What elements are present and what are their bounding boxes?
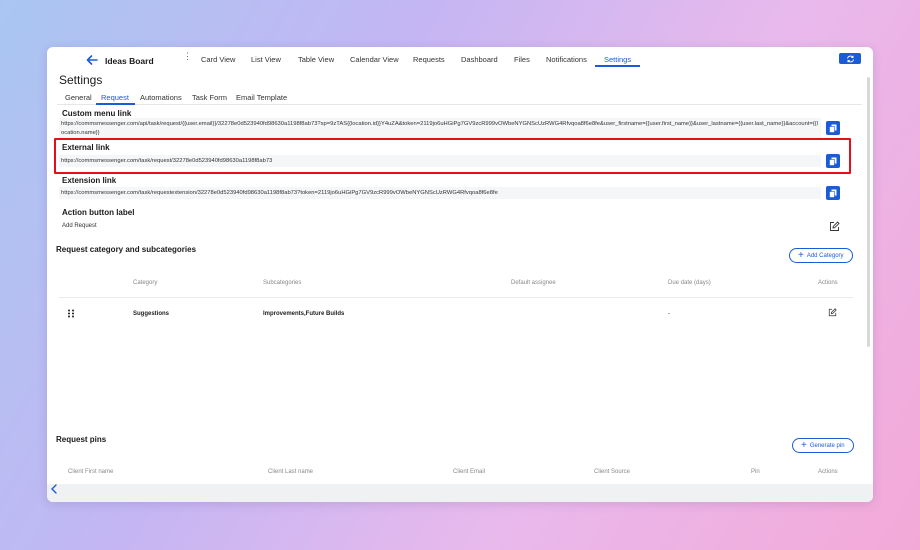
drag-handle-icon[interactable] — [67, 309, 75, 318]
extension-link-label: Extension link — [62, 176, 117, 185]
col-actions: Actions — [818, 280, 838, 286]
tab-request[interactable]: Request — [101, 93, 129, 102]
nav-list-view[interactable]: List View — [251, 55, 281, 64]
custom-menu-link-label: Custom menu link — [62, 109, 132, 118]
nav-active-indicator — [595, 65, 640, 67]
col-default-assignee: Default assignee — [511, 280, 556, 286]
arrow-left-icon[interactable] — [85, 54, 99, 66]
nav-settings[interactable]: Settings — [604, 55, 631, 64]
col-client-first-name: Client First name — [68, 469, 114, 475]
tabs-divider — [57, 104, 862, 105]
tab-automations[interactable]: Automations — [140, 93, 182, 102]
col-client-last-name: Client Last name — [268, 469, 314, 475]
plus-icon: + — [798, 249, 804, 261]
scrollbar[interactable] — [867, 77, 870, 347]
plus-icon: + — [801, 439, 807, 451]
top-bar: Ideas Board ⋮ Card View List View Table … — [47, 47, 873, 71]
nav-files[interactable]: Files — [514, 55, 530, 64]
refresh-button[interactable] — [839, 53, 861, 64]
external-link-highlight — [54, 138, 851, 174]
nav-dashboard[interactable]: Dashboard — [461, 55, 498, 64]
bottom-bar — [47, 484, 873, 502]
row-subcategories: Improvements,Future Builds — [263, 311, 345, 317]
tab-email-template[interactable]: Email Template — [236, 93, 287, 102]
col-pin-actions: Actions — [818, 469, 838, 475]
more-options-icon[interactable]: ⋮ — [183, 52, 192, 61]
table-divider — [59, 297, 853, 298]
edit-icon[interactable] — [828, 308, 837, 317]
generate-pin-label: Generate pin — [809, 442, 845, 449]
chevron-left-icon[interactable] — [50, 484, 58, 494]
page-title: Settings — [59, 73, 103, 87]
copy-icon — [829, 124, 837, 133]
nav-card-view[interactable]: Card View — [201, 55, 235, 64]
generate-pin-button[interactable]: + Generate pin — [792, 438, 854, 453]
row-category: Suggestions — [133, 311, 170, 317]
tab-general[interactable]: General — [65, 93, 92, 102]
app-window: Ideas Board ⋮ Card View List View Table … — [47, 47, 873, 502]
action-button-label-heading: Action button label — [62, 208, 135, 217]
tab-task-form[interactable]: Task Form — [192, 93, 227, 102]
pins-section-title: Request pins — [56, 435, 107, 444]
add-category-label: Add Category — [806, 252, 844, 259]
copy-extension-link-button[interactable] — [826, 186, 840, 200]
custom-menu-link-value: https://commsmessenger.com/api/task/requ… — [59, 118, 821, 138]
tab-active-indicator — [96, 103, 135, 105]
board-title: Ideas Board — [105, 56, 154, 66]
action-button-value: Add Request — [62, 223, 97, 229]
col-client-email: Client Email — [453, 469, 486, 475]
row-due-date: - — [668, 311, 670, 317]
refresh-icon — [846, 55, 854, 62]
col-pin: Pin — [751, 469, 760, 475]
col-client-source: Client Source — [594, 469, 631, 475]
col-due-date: Due date (days) — [668, 280, 711, 286]
nav-notifications[interactable]: Notifications — [546, 55, 587, 64]
nav-requests[interactable]: Requests — [413, 55, 445, 64]
edit-icon[interactable] — [829, 221, 840, 232]
copy-icon — [829, 189, 837, 198]
copy-custom-menu-link-button[interactable] — [826, 121, 840, 135]
category-section-title: Request category and subcategories — [56, 245, 197, 254]
nav-table-view[interactable]: Table View — [298, 55, 334, 64]
col-category: Category — [133, 280, 158, 286]
nav-calendar-view[interactable]: Calendar View — [350, 55, 399, 64]
col-subcategories: Subcategories — [263, 280, 302, 286]
extension-link-value: https://commsmessenger.com/task/requeste… — [59, 187, 821, 199]
add-category-button[interactable]: + Add Category — [789, 248, 853, 263]
